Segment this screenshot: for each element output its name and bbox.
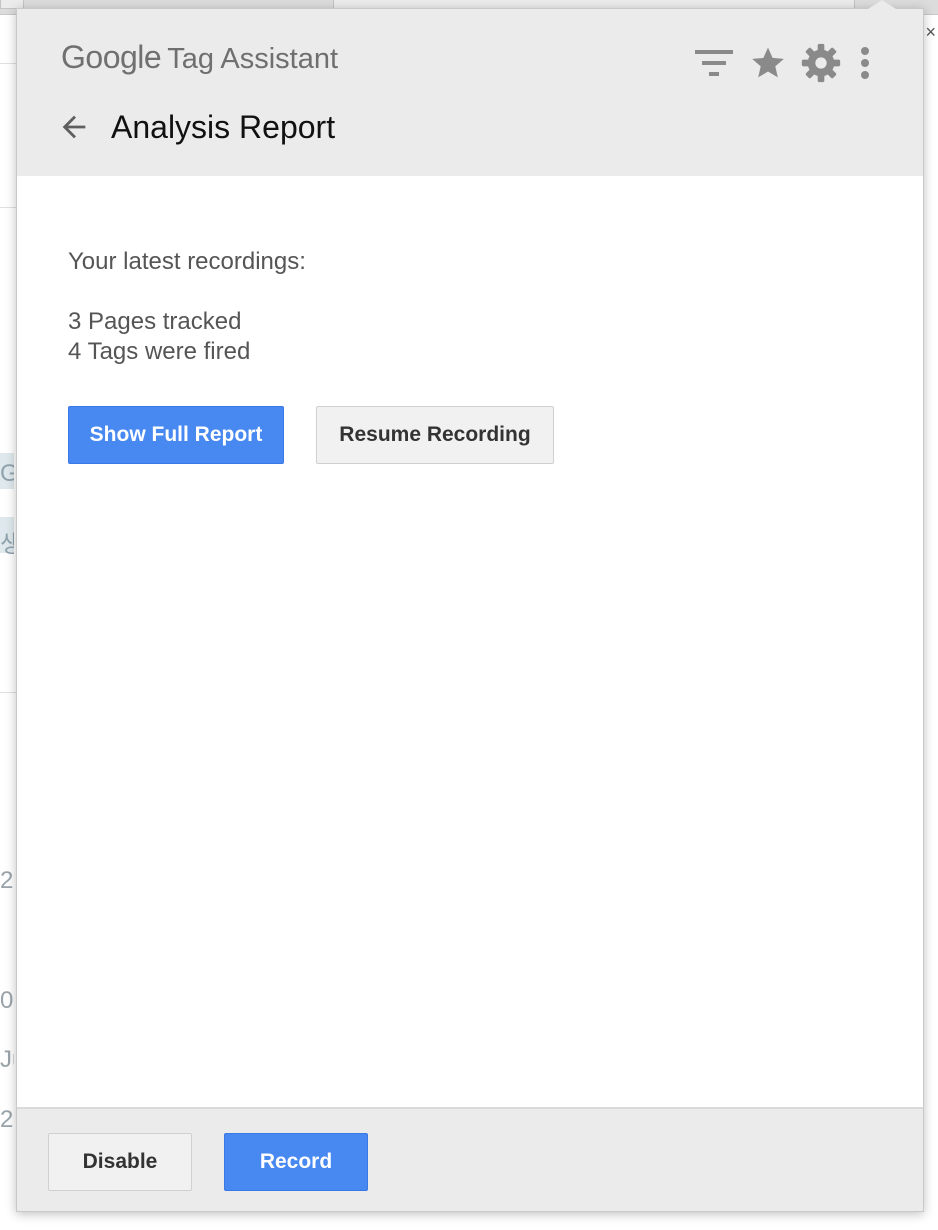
popup-notch — [868, 0, 896, 9]
brand-logo: Google Tag Assistant — [61, 39, 338, 76]
pages-tracked-stat: 3 Pages tracked — [68, 308, 242, 335]
background-divider — [0, 692, 16, 693]
popup-header: Google Tag Assistant Analysis Report — [17, 9, 923, 176]
page-title: Analysis Report — [111, 109, 336, 145]
show-full-report-button[interactable]: Show Full Report — [68, 406, 284, 464]
star-icon[interactable] — [747, 43, 789, 83]
background-text: Gi — [0, 460, 14, 487]
more-vert-icon[interactable] — [855, 43, 875, 83]
tag-assistant-popup: Google Tag Assistant Analysis Report You… — [16, 8, 924, 1212]
back-arrow-icon[interactable] — [57, 110, 91, 144]
popup-footer: Disable Record — [17, 1107, 923, 1211]
filter-icon[interactable] — [693, 43, 735, 83]
background-text: 2 — [0, 867, 14, 894]
resume-recording-button[interactable]: Resume Recording — [316, 406, 554, 464]
background-text: 생 — [0, 531, 14, 558]
background-text: Ju — [0, 1046, 14, 1073]
background-text: 0- — [0, 987, 14, 1014]
gear-icon[interactable] — [799, 43, 843, 83]
background-divider — [0, 63, 16, 64]
background-close-icon[interactable]: × — [925, 22, 936, 43]
background-text: 2 — [0, 1106, 14, 1133]
recordings-heading: Your latest recordings: — [68, 248, 306, 275]
brand-product: Tag Assistant — [167, 43, 339, 75]
tags-fired-stat: 4 Tags were fired — [68, 338, 251, 365]
brand-google: Google — [61, 39, 162, 75]
record-button[interactable]: Record — [224, 1133, 368, 1191]
background-divider — [0, 207, 16, 208]
disable-button[interactable]: Disable — [48, 1133, 192, 1191]
